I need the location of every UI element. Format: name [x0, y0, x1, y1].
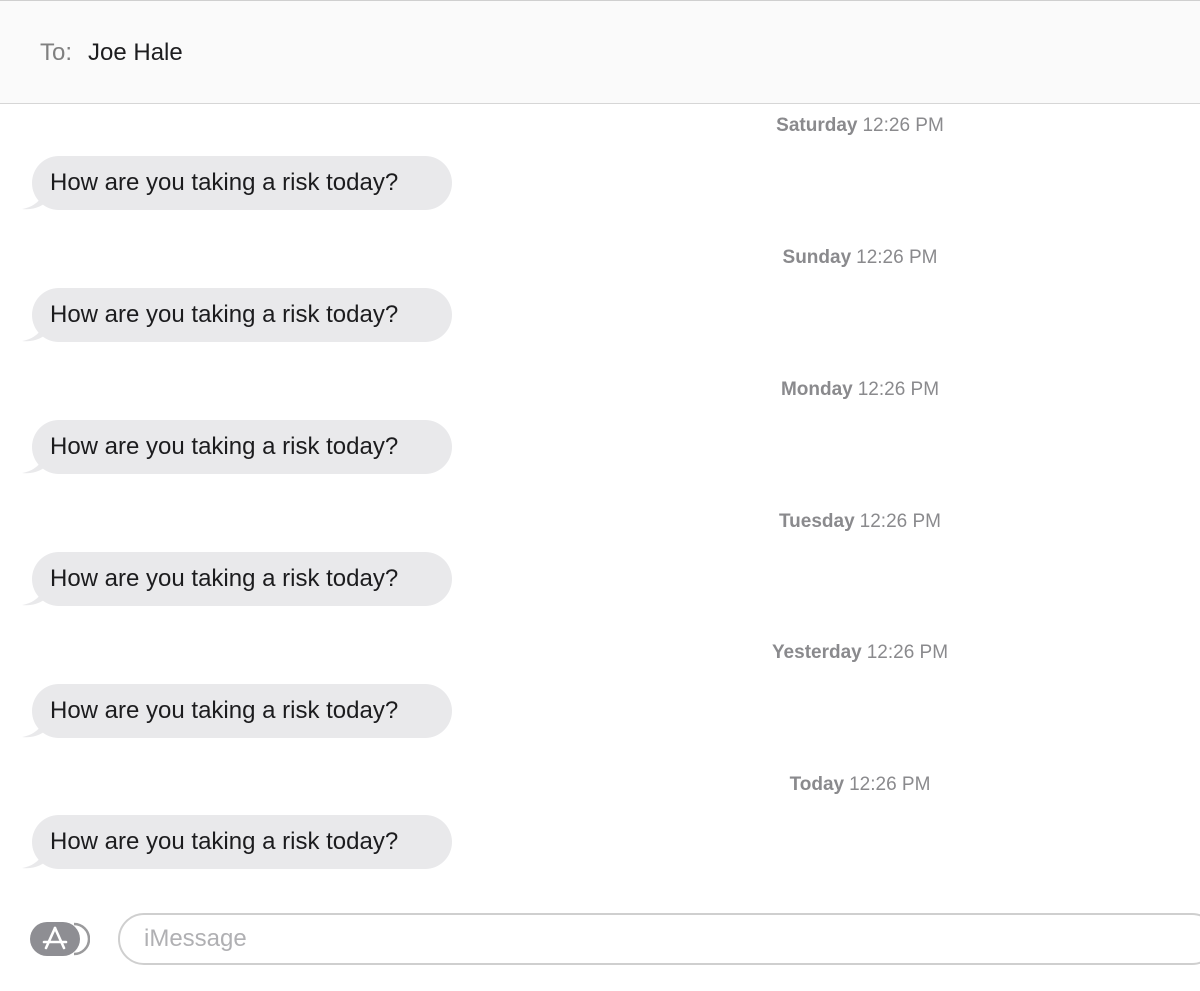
timestamp-time: 12:26 PM [856, 247, 938, 268]
timestamp-day: Tuesday [778, 511, 855, 532]
timestamp-time: 12:26 PM [849, 774, 931, 795]
recipient-name[interactable]: Joe Hale [88, 39, 183, 67]
timestamp-day: Saturday [776, 115, 858, 136]
timestamp: Sunday 12:26 PM [660, 246, 1060, 270]
app-store-button[interactable] [30, 918, 91, 960]
to-label: To: [40, 39, 73, 66]
message-bubble[interactable]: How are you taking a risk today? [32, 684, 452, 738]
message-text: How are you taking a risk today? [50, 301, 399, 328]
timestamp-day: Today [789, 774, 845, 795]
timestamp: Today 12:26 PM [660, 773, 1060, 797]
timestamp-day: Yesterday [771, 642, 862, 663]
message-bubble[interactable]: How are you taking a risk today? [32, 815, 452, 869]
message-text: How are you taking a risk today? [50, 828, 399, 855]
message-text: How are you taking a risk today? [50, 433, 399, 460]
imessage-input[interactable] [118, 913, 1200, 965]
timestamp-time: 12:26 PM [862, 115, 944, 136]
message-text: How are you taking a risk today? [50, 169, 399, 196]
timestamp: Yesterday 12:26 PM [660, 641, 1060, 665]
timestamp: Monday 12:26 PM [660, 378, 1060, 402]
message-bubble[interactable]: How are you taking a risk today? [32, 420, 452, 474]
message-text: How are you taking a risk today? [50, 565, 399, 592]
conversation-header: To: Joe Hale [0, 0, 1200, 104]
app-store-icon [30, 922, 91, 956]
timestamp-day: Sunday [782, 247, 852, 268]
timestamp: Tuesday 12:26 PM [660, 510, 1060, 534]
messages-window: To: Joe Hale Saturday 12:26 PM How are yo… [0, 0, 1200, 991]
timestamp-time: 12:26 PM [866, 642, 949, 663]
message-bubble[interactable]: How are you taking a risk today? [32, 552, 452, 606]
timestamp-time: 12:26 PM [859, 511, 941, 532]
message-bubble[interactable]: How are you taking a risk today? [32, 288, 452, 342]
timestamp: Saturday 12:26 PM [660, 114, 1060, 138]
message-bubble[interactable]: How are you taking a risk today? [32, 156, 452, 210]
timestamp-time: 12:26 PM [857, 379, 940, 400]
timestamp-day: Monday [780, 379, 853, 400]
message-text: How are you taking a risk today? [50, 697, 399, 724]
